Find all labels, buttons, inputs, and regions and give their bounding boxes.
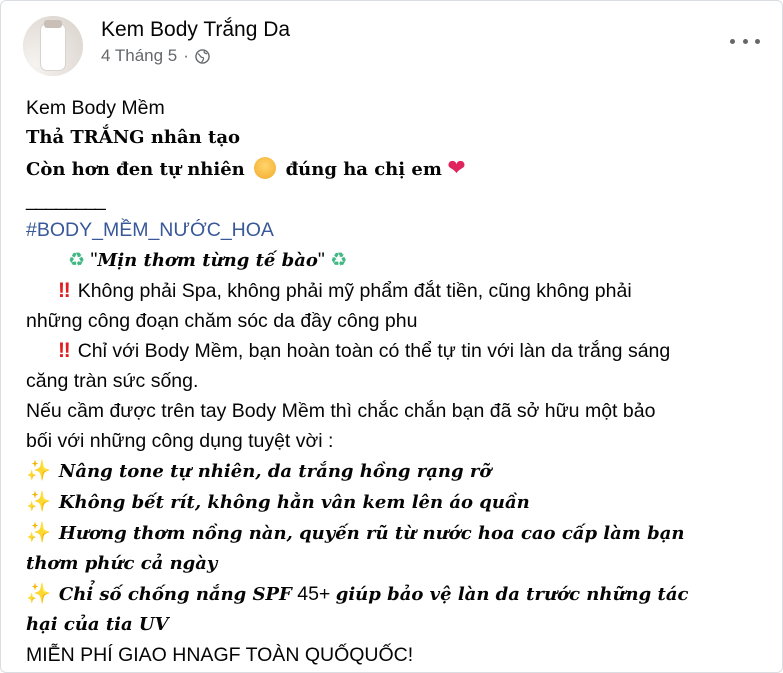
benefit-2-text: Không bết rít, không hằn vân kem lên áo …	[58, 492, 530, 513]
paragraph-2-line-1: ‼ Chỉ với Body Mềm, bạn hoàn toàn có thể …	[26, 336, 762, 366]
p2a-text: Chỉ với Body Mềm, bạn hoàn toàn có thể t…	[77, 340, 671, 362]
paragraph-2-line-2: căng tràn sức sống.	[26, 370, 199, 392]
paragraph-1-line-1: ‼ Không phải Spa, không phải mỹ phẩm đắt …	[26, 276, 762, 306]
more-options-icon[interactable]	[730, 33, 760, 49]
post-date-link[interactable]: 4 Tháng 5	[101, 46, 177, 66]
benefit-4-line-2: hại của tia UV	[26, 614, 169, 635]
post-subline: 4 Tháng 5 ·	[101, 46, 290, 66]
tagline-row: ♻ "Mịn thơm từng tế bào" ♻	[26, 245, 762, 276]
line-3: Còn hơn đen tự nhiên đúng ha chị em ❤	[26, 153, 762, 185]
avatar-product-cap	[44, 20, 62, 28]
benefit-3: ✨ Hương thơm nồng nàn, quyến rũ từ nước h…	[26, 518, 762, 549]
benefit-4-text-b: giúp bảo vệ làn da trước những tác	[335, 584, 689, 605]
sparkles-icon: ✨	[26, 460, 51, 482]
post-meta: Kem Body Trắng Da 4 Tháng 5 ·	[101, 18, 290, 66]
benefit-4: ✨ Chỉ số chống nắng SPF 45+ giúp bảo vệ l…	[26, 579, 762, 610]
post-card: Kem Body Trắng Da 4 Tháng 5 · Kem Body M…	[0, 0, 783, 673]
sparkles-icon: ✨	[26, 583, 51, 605]
benefit-1-text: Nâng tone tự nhiên, da trắng hồng rạng r…	[58, 461, 492, 482]
dot-2	[742, 38, 748, 44]
paragraph-3-line-2: bối với những công dụng tuyệt vời :	[26, 430, 334, 452]
heart-icon: ❤	[447, 155, 466, 180]
line-3-text-b: đúng ha chị em	[285, 159, 442, 180]
line-2: Thả TRẮNG nhân tạo	[26, 127, 240, 148]
footer-text: MIỄN PHÍ GIAO HNAGF TOÀN QUỐQUỐC!	[26, 644, 414, 666]
separator-line: ________	[26, 189, 106, 211]
post-header: Kem Body Trắng Da 4 Tháng 5 ·	[23, 16, 290, 76]
avatar-product	[41, 24, 65, 70]
paragraph-3-line-1: Nếu cầm được trên tay Body Mềm thì chắc …	[26, 400, 656, 422]
globe-icon[interactable]	[195, 48, 210, 64]
benefit-3-text-a: Hương thơm nồng nàn, quyến rũ từ nước ho…	[58, 523, 685, 544]
benefit-2: ✨ Không bết rít, không hằn vân kem lên áo…	[26, 487, 762, 518]
p1a-text: Không phải Spa, không phải mỹ phẩm đắt t…	[77, 280, 632, 302]
dot-3	[755, 38, 760, 44]
line-1: Kem Body Mềm	[26, 97, 165, 119]
post-body: Kem Body Mềm Thả TRẮNG nhân tạo Còn hơn …	[26, 93, 762, 670]
smiling-face-icon	[254, 157, 277, 179]
double-exclamation-icon: ‼	[58, 339, 71, 362]
page-name-link[interactable]: Kem Body Trắng Da	[101, 18, 290, 42]
recycle-icon: ♻	[330, 250, 348, 271]
sparkles-icon: ✨	[26, 522, 51, 544]
hashtag-link[interactable]: #BODY_MỀM_NƯỚC_HOA	[26, 215, 762, 245]
paragraph-1-line-2: những công đoạn chăm sóc da đầy công phu	[26, 310, 418, 332]
sparkles-icon: ✨	[26, 491, 51, 513]
recycle-icon: ♻	[68, 250, 86, 271]
double-exclamation-icon: ‼	[58, 279, 71, 302]
benefit-3-line-2: thơm phức cả ngày	[26, 553, 218, 574]
tagline-text: Mịn thơm từng tế bào	[97, 250, 318, 271]
dot-1	[730, 38, 735, 44]
page-avatar[interactable]	[23, 16, 83, 76]
benefit-4-number: 45+	[291, 583, 336, 605]
line-3-text-a: Còn hơn đen tự nhiên	[26, 159, 245, 180]
benefit-1: ✨ Nâng tone tự nhiên, da trắng hồng rạng …	[26, 456, 762, 487]
tagline-quote-close: "	[317, 249, 325, 271]
separator-dot: ·	[183, 46, 189, 65]
benefit-4-text-a: Chỉ số chống nắng SPF	[58, 584, 292, 605]
